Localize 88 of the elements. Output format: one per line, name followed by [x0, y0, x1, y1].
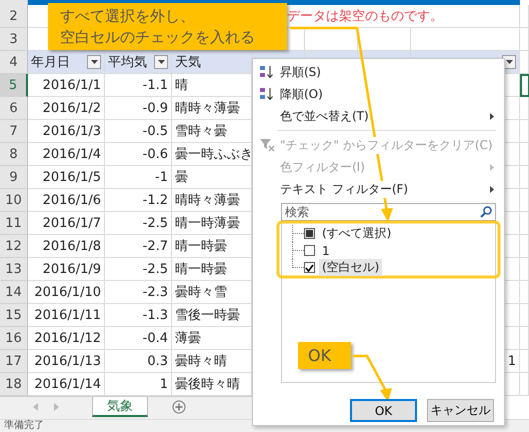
date-cell: 2016/1/6 — [28, 189, 105, 212]
callout-text: OK — [308, 346, 332, 365]
filter-dropdown-button[interactable] — [87, 55, 101, 69]
column-header-text: 年月日 — [31, 54, 70, 71]
empty-cell — [520, 189, 529, 212]
row-header[interactable]: 3 — [0, 28, 28, 51]
row-header[interactable]: 12 — [0, 235, 28, 258]
empty-cell — [520, 304, 529, 327]
temperature-cell: -0.6 — [105, 143, 172, 166]
clear-filter-icon — [259, 138, 275, 152]
date-cell: 2016/1/9 — [28, 258, 105, 281]
dialog-button[interactable]: OK — [350, 399, 417, 422]
callout-text: 空白セルのチェックを入れる — [60, 26, 255, 48]
empty-cell — [520, 350, 529, 373]
row-header[interactable]: 4 — [0, 51, 28, 74]
dialog-button[interactable]: キャンセル — [427, 399, 494, 422]
row-header[interactable]: 18 — [0, 373, 28, 396]
empty-cell — [520, 120, 529, 143]
sheet-tab[interactable]: 気象 — [92, 397, 148, 417]
empty-cell — [520, 327, 529, 350]
empty-cell — [520, 166, 529, 189]
date-cell: 2016/1/4 — [28, 143, 105, 166]
date-cell: 2016/1/10 — [28, 281, 105, 304]
row-header[interactable]: 17 — [0, 350, 28, 373]
column-header-text: 平均気 — [108, 54, 147, 71]
row-header[interactable]: 13 — [0, 258, 28, 281]
checkbox[interactable] — [304, 262, 315, 273]
empty-cell — [520, 97, 529, 120]
menu-item[interactable]: テキスト フィルター(F) — [253, 178, 504, 200]
temperature-cell: -0.5 — [105, 120, 172, 143]
row-header[interactable]: 2 — [0, 5, 28, 28]
add-sheet-icon[interactable] — [172, 400, 186, 414]
checkbox[interactable] — [304, 228, 315, 239]
callout-text: すべて選択を外し、 — [60, 6, 195, 26]
value-label[interactable]: (空白セル) — [319, 259, 382, 276]
sort-ascending-icon — [259, 65, 275, 79]
column-header-text: 天気 — [175, 54, 201, 71]
search-icon — [480, 206, 492, 218]
menu-item[interactable]: 昇順(S) — [253, 61, 504, 83]
row-header[interactable]: 16 — [0, 327, 28, 350]
date-cell: 2016/1/2 — [28, 97, 105, 120]
empty-cell — [520, 258, 529, 281]
temperature-cell: -2.3 — [105, 281, 172, 304]
checkbox[interactable] — [304, 245, 315, 256]
date-cell: 2016/1/11 — [28, 304, 105, 327]
menu-item[interactable]: 降順(O) — [253, 83, 504, 105]
row-header[interactable]: 5 — [0, 74, 28, 97]
temperature-cell: -2.5 — [105, 258, 172, 281]
caret-icon — [506, 60, 512, 64]
temperature-cell: -2.7 — [105, 235, 172, 258]
temperature-cell: -0.9 — [105, 97, 172, 120]
date-cell: 2016/1/7 — [28, 212, 105, 235]
temperature-cell: -1.1 — [105, 74, 172, 97]
menu-item[interactable]: 色で並べ替え(T) — [253, 105, 504, 127]
temperature-cell: -1.2 — [105, 189, 172, 212]
temperature-cell: 0.3 — [105, 350, 172, 373]
date-cell: 2016/1/12 — [28, 327, 105, 350]
empty-cell — [520, 5, 529, 28]
date-cell: 2016/1/13 — [28, 350, 105, 373]
row-header[interactable]: 11 — [0, 212, 28, 235]
row-header[interactable]: 10 — [0, 189, 28, 212]
caret-icon — [90, 60, 98, 64]
row-header[interactable]: 6 — [0, 97, 28, 120]
date-cell: 2016/1/8 — [28, 235, 105, 258]
empty-cell — [520, 281, 529, 304]
caret-icon — [158, 60, 164, 64]
sort-descending-icon — [259, 87, 275, 101]
leader-arrow — [353, 354, 392, 402]
row-header[interactable]: 9 — [0, 166, 28, 189]
row-header[interactable]: 7 — [0, 120, 28, 143]
date-cell: 2016/1/5 — [28, 166, 105, 189]
search-field[interactable]: 検索 — [281, 203, 496, 221]
temperature-cell: -2.5 — [105, 212, 172, 235]
filter-dropdown-button[interactable] — [154, 55, 168, 69]
empty-cell — [520, 235, 529, 258]
date-cell: 2016/1/3 — [28, 120, 105, 143]
row-header[interactable]: 14 — [0, 281, 28, 304]
date-cell: 2016/1/1 — [28, 74, 105, 97]
row-header[interactable]: 15 — [0, 304, 28, 327]
selected-cell[interactable] — [520, 74, 529, 97]
empty-cell — [520, 28, 529, 51]
empty-cell — [520, 212, 529, 235]
temperature-cell: -0.4 — [105, 327, 172, 350]
row-header[interactable]: 8 — [0, 143, 28, 166]
empty-cell — [520, 143, 529, 166]
temperature-cell: -1.3 — [105, 304, 172, 327]
empty-cell — [520, 373, 529, 396]
temperature-cell: -1 — [105, 166, 172, 189]
